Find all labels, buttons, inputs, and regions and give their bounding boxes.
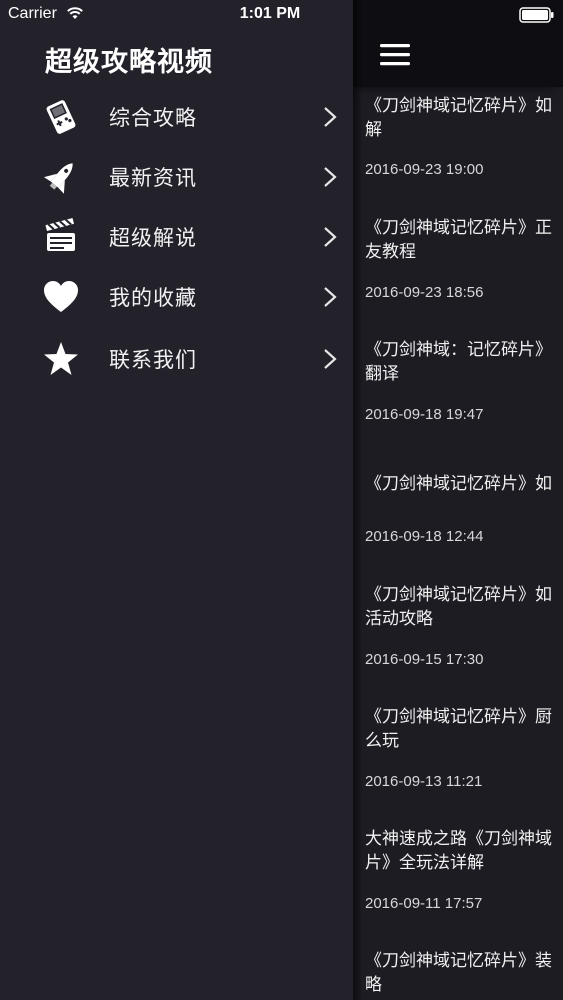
star-icon xyxy=(41,339,81,379)
article-date: 2016-09-13 11:21 xyxy=(365,773,483,790)
menu-item-label: 超级解说 xyxy=(109,226,197,250)
article-title: 《刀剑神域记忆碎片》如 活动攻略 xyxy=(365,585,552,629)
menu-item-favorites[interactable]: 我的收藏 xyxy=(0,267,353,327)
article-title: 《刀剑神域记忆碎片》正 友教程 xyxy=(365,218,552,262)
article-list-item[interactable]: 《刀剑神域记忆碎片》如 活动攻略 2016-09-15 17:30 xyxy=(365,583,563,693)
menu-item-guides[interactable]: 综合攻略 xyxy=(0,87,353,147)
article-list-item[interactable]: 《刀剑神域记忆碎片》如 2016-09-18 12:44 xyxy=(365,472,563,582)
gameboy-icon xyxy=(41,97,81,137)
article-list-item[interactable]: 《刀剑神域：记忆碎片》 翻译 2016-09-18 19:47 xyxy=(365,338,563,448)
status-time: 1:01 PM xyxy=(239,5,301,22)
side-drawer: 超级攻略视频 综合攻略 最新资讯 超级解说 我的收藏 联系我们 xyxy=(0,0,353,1000)
article-title: 《刀剑神域记忆碎片》装 略 xyxy=(365,951,552,995)
article-date: 2016-09-23 18:56 xyxy=(365,284,484,301)
article-title: 大神速成之路《刀剑神域 片》全玩法详解 xyxy=(365,829,552,873)
battery-icon xyxy=(519,7,554,23)
article-date: 2016-09-18 19:47 xyxy=(365,406,484,423)
article-list-item[interactable]: 大神速成之路《刀剑神域 片》全玩法详解 2016-09-11 17:57 xyxy=(365,827,563,937)
article-date: 2016-09-18 12:44 xyxy=(365,528,484,545)
article-list-item[interactable]: 《刀剑神域记忆碎片》正 友教程 2016-09-23 18:56 xyxy=(365,216,563,326)
clapperboard-icon xyxy=(41,217,81,257)
menu-item-label: 综合攻略 xyxy=(109,106,197,130)
article-list-panel: 《刀剑神域记忆碎片》如 解 2016-09-23 19:00 《刀剑神域记忆碎片… xyxy=(353,0,563,1000)
menu-item-commentary[interactable]: 超级解说 xyxy=(0,207,353,267)
chevron-right-icon xyxy=(324,349,337,369)
panel-shadow xyxy=(353,0,363,1000)
article-date: 2016-09-11 17:57 xyxy=(365,895,483,912)
space-shuttle-icon xyxy=(41,157,81,197)
article-list-item[interactable]: 《刀剑神域记忆碎片》厨 么玩 2016-09-13 11:21 xyxy=(365,705,563,815)
drawer-title: 超级攻略视频 xyxy=(45,47,213,78)
article-title: 《刀剑神域记忆碎片》厨 么玩 xyxy=(365,707,552,751)
article-list-item[interactable]: 《刀剑神域记忆碎片》装 略 xyxy=(365,949,563,1000)
heart-icon xyxy=(41,277,81,317)
menu-item-news[interactable]: 最新资讯 xyxy=(0,147,353,207)
menu-item-contact[interactable]: 联系我们 xyxy=(0,329,353,389)
article-title: 《刀剑神域记忆碎片》如 解 xyxy=(365,96,552,140)
menu-item-label: 最新资讯 xyxy=(109,166,197,190)
menu-item-label: 我的收藏 xyxy=(109,286,197,310)
article-title: 《刀剑神域：记忆碎片》 翻译 xyxy=(365,340,552,384)
chevron-right-icon xyxy=(324,227,337,247)
chevron-right-icon xyxy=(324,167,337,187)
article-title: 《刀剑神域记忆碎片》如 xyxy=(365,474,552,494)
chevron-right-icon xyxy=(324,107,337,127)
menu-item-label: 联系我们 xyxy=(109,348,197,372)
hamburger-icon[interactable] xyxy=(380,43,410,67)
article-list-item[interactable]: 《刀剑神域记忆碎片》如 解 2016-09-23 19:00 xyxy=(365,94,563,204)
article-date: 2016-09-23 19:00 xyxy=(365,161,484,178)
article-date: 2016-09-15 17:30 xyxy=(365,651,484,668)
chevron-right-icon xyxy=(324,287,337,307)
status-bar: Carrier 1:01 PM xyxy=(0,0,563,30)
